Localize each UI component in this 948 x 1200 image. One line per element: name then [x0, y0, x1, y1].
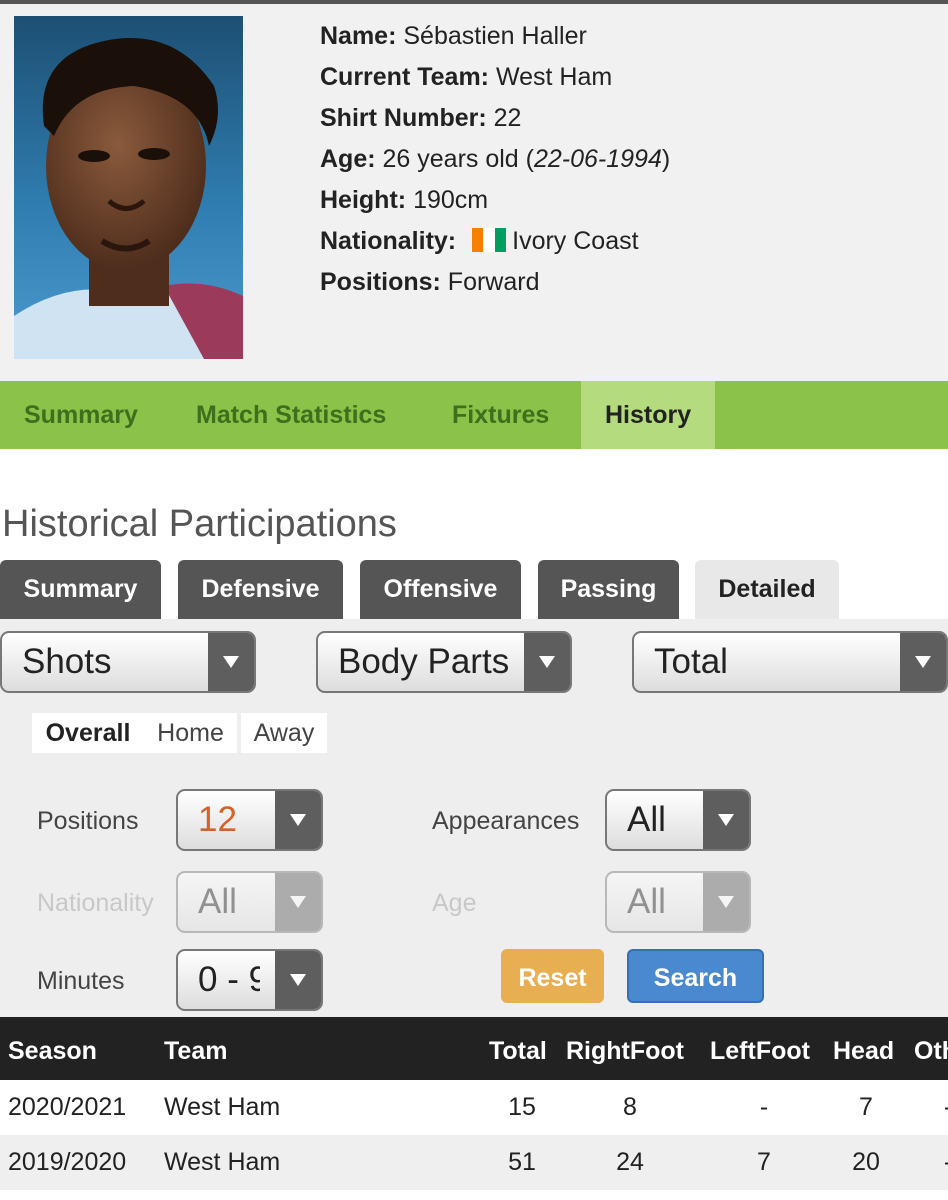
chevron-down-icon [703, 791, 749, 849]
minutes-value: 0 - 9 [198, 960, 260, 999]
age-value: 26 years old ( [382, 145, 534, 173]
appearances-label: Appearances [432, 807, 580, 835]
nationality-row: Nationality: Ivory Coast [320, 225, 670, 266]
chevron-down-icon [275, 951, 321, 1009]
table-row: 2020/2021 West Ham 15 8 - 7 - [0, 1080, 948, 1135]
cell-head: 7 [859, 1093, 873, 1121]
positions-value: Forward [447, 268, 540, 296]
cell-season: 2020/2021 [8, 1093, 127, 1121]
nationality-value: Ivory Coast [512, 227, 639, 255]
cell-rightfoot: 24 [616, 1148, 644, 1176]
player-info: Name: Sébastien Haller Current Team: Wes… [320, 20, 670, 307]
chevron-down-icon [275, 791, 321, 849]
category-value: Shots [22, 642, 112, 681]
header-total[interactable]: Total [489, 1017, 547, 1085]
minutes-label: Minutes [37, 967, 125, 995]
shirt-value: 22 [493, 104, 522, 132]
subcategory-select[interactable]: Body Parts [316, 631, 572, 693]
table-header: Season Team Total RightFoot LeftFoot Hea… [0, 1017, 948, 1080]
height-label: Height: [320, 186, 407, 214]
chevron-down-icon [208, 633, 254, 691]
search-button[interactable]: Search [627, 949, 764, 1003]
ivory-coast-flag-icon [472, 228, 507, 252]
mode-select[interactable]: Total [632, 631, 948, 693]
subtab-offensive[interactable]: Offensive [360, 560, 521, 619]
player-nav-bar: Summary Match Statistics Fixtures Histor… [0, 381, 948, 449]
header-other[interactable]: Other [914, 1017, 948, 1085]
chevron-down-icon [900, 633, 946, 691]
subcategory-value: Body Parts [338, 642, 510, 681]
positions-label: Positions: [320, 268, 441, 296]
chevron-down-icon [524, 633, 570, 691]
positions-filter-value: 12 [198, 800, 237, 839]
header-leftfoot[interactable]: LeftFoot [710, 1017, 810, 1085]
cell-team[interactable]: West Ham [164, 1080, 280, 1135]
header-team[interactable]: Team [164, 1017, 227, 1085]
venue-home[interactable]: Home [144, 713, 237, 753]
cell-team[interactable]: West Ham [164, 1135, 280, 1190]
shirt-row: Shirt Number: 22 [320, 102, 670, 143]
name-value: Sébastien Haller [403, 22, 587, 50]
chevron-down-icon [703, 873, 749, 931]
team-row: Current Team: West Ham [320, 61, 670, 102]
category-select[interactable]: Shots [0, 631, 256, 693]
cell-head: 20 [852, 1148, 880, 1176]
tab-history[interactable]: History [581, 381, 716, 449]
appearances-value: All [627, 800, 666, 839]
name-row: Name: Sébastien Haller [320, 20, 670, 61]
reset-button[interactable]: Reset [501, 949, 604, 1003]
header-head[interactable]: Head [833, 1017, 894, 1085]
nationality-filter-label: Nationality [37, 889, 154, 917]
dob-value: 22-06-1994 [533, 145, 662, 173]
positions-filter-label: Positions [37, 807, 139, 835]
header-rightfoot[interactable]: RightFoot [566, 1017, 684, 1085]
chevron-down-icon [275, 873, 321, 931]
cell-rightfoot: 8 [623, 1093, 637, 1121]
age-filter-value: All [627, 882, 666, 921]
age-select: All [605, 871, 751, 933]
appearances-select[interactable]: All [605, 789, 751, 851]
cell-total: 51 [508, 1148, 536, 1176]
positions-row: Positions: Forward [320, 266, 670, 307]
tab-match-statistics[interactable]: Match Statistics [196, 381, 386, 449]
minutes-select[interactable]: 0 - 9 [176, 949, 323, 1011]
venue-overall[interactable]: Overall [32, 713, 144, 753]
cell-other: - [928, 1080, 948, 1135]
subtab-passing[interactable]: Passing [538, 560, 679, 619]
height-row: Height: 190cm [320, 184, 670, 225]
cell-leftfoot: - [759, 1093, 769, 1121]
subtab-detailed[interactable]: Detailed [695, 560, 839, 619]
table-row: 2019/2020 West Ham 51 24 7 20 - [0, 1135, 948, 1190]
subtab-defensive[interactable]: Defensive [178, 560, 343, 619]
height-value: 190cm [413, 186, 489, 214]
age-filter-label: Age [432, 889, 477, 917]
mode-value: Total [654, 642, 728, 681]
section-title: Historical Participations [2, 503, 397, 545]
age-row: Age: 26 years old (22-06-1994) [320, 143, 670, 184]
tab-fixtures[interactable]: Fixtures [452, 381, 549, 449]
cell-total: 15 [508, 1093, 536, 1121]
player-profile: Name: Sébastien Haller Current Team: Wes… [0, 4, 948, 381]
venue-away[interactable]: Away [241, 713, 327, 753]
nationality-label: Nationality: [320, 227, 457, 255]
age-label: Age: [320, 145, 376, 173]
age-close: ) [661, 145, 671, 173]
header-season[interactable]: Season [8, 1017, 97, 1085]
positions-select[interactable]: 12 [176, 789, 323, 851]
nationality-filter-value: All [198, 882, 237, 921]
team-label: Current Team: [320, 63, 490, 91]
player-photo [14, 16, 243, 359]
team-value: West Ham [495, 63, 613, 91]
subtab-summary[interactable]: Summary [0, 560, 161, 619]
cell-season: 2019/2020 [8, 1148, 127, 1176]
shirt-label: Shirt Number: [320, 104, 487, 132]
nationality-select: All [176, 871, 323, 933]
history-table: Season Team Total RightFoot LeftFoot Hea… [0, 1017, 948, 1190]
name-label: Name: [320, 22, 397, 50]
tab-summary[interactable]: Summary [24, 381, 138, 449]
cell-other: - [928, 1135, 948, 1190]
cell-leftfoot: 7 [757, 1148, 771, 1176]
